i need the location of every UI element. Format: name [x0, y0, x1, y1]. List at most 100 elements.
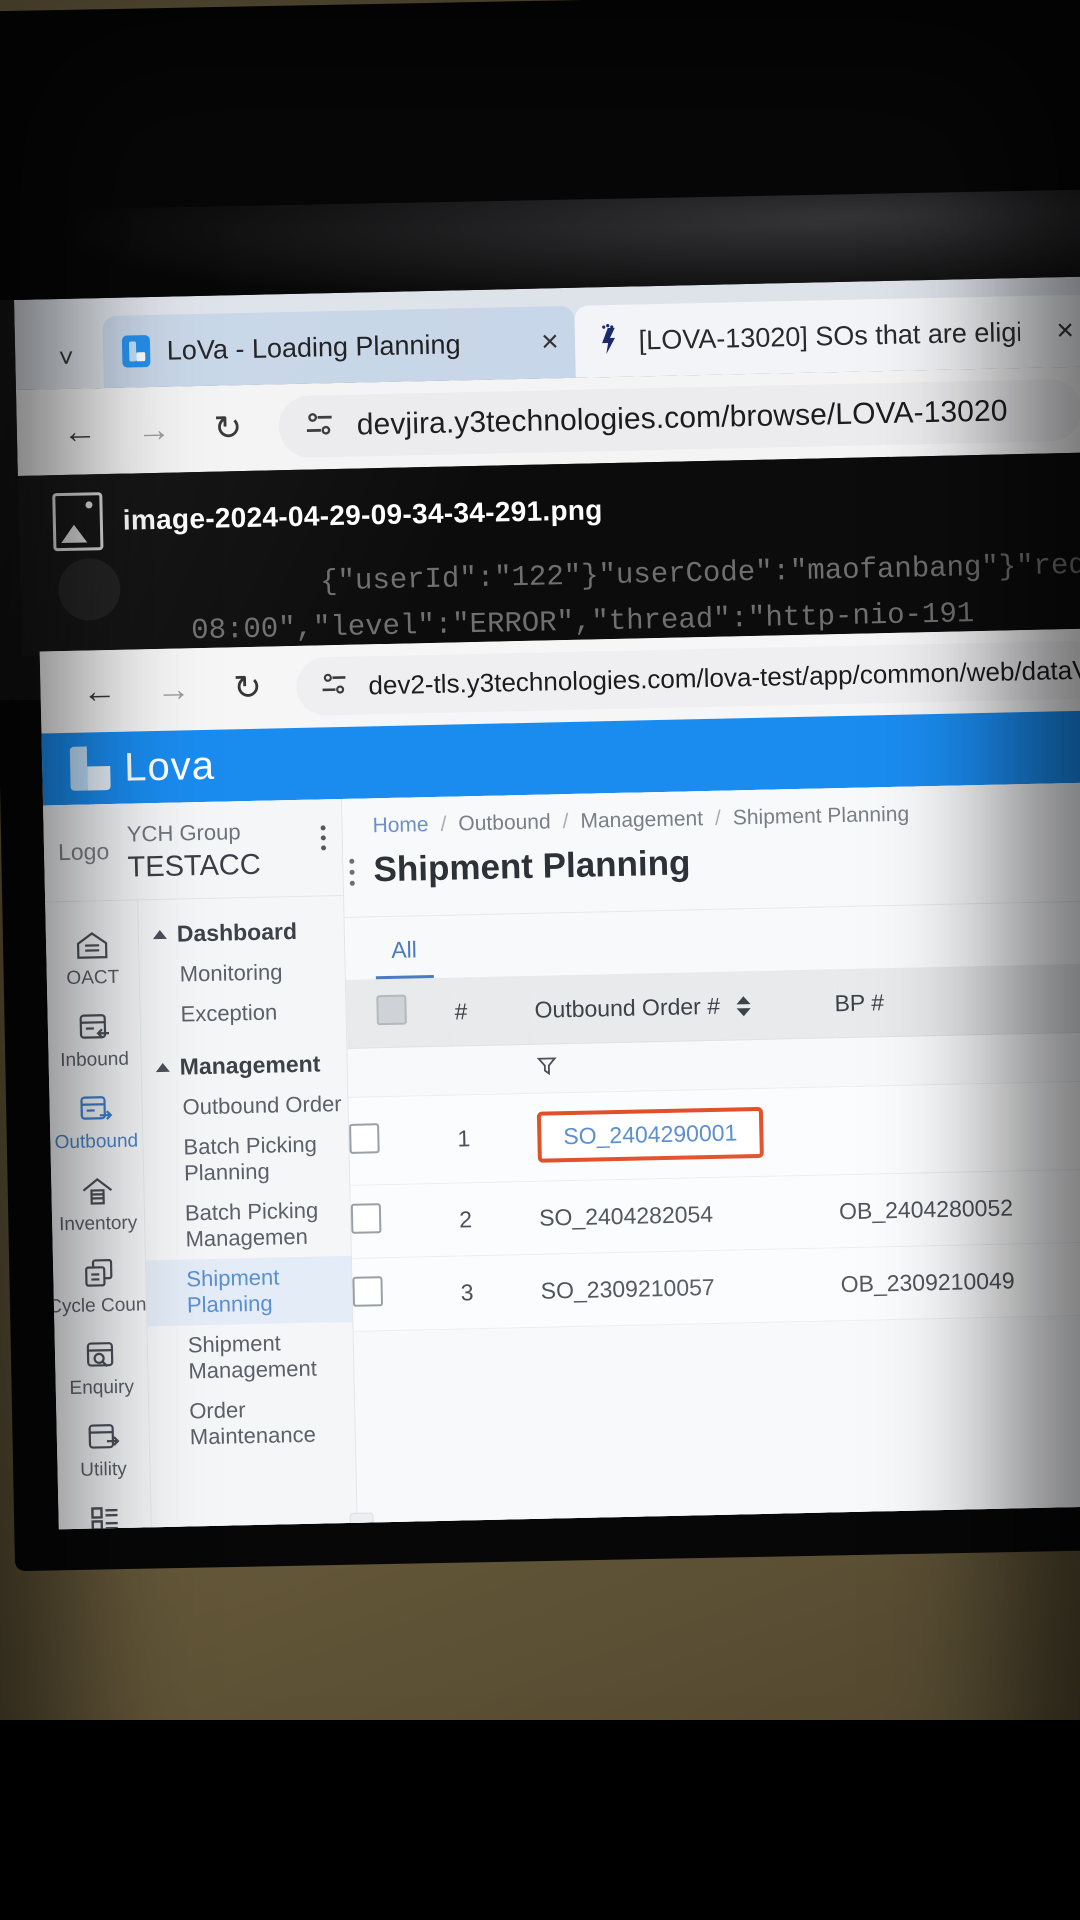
highlight-box: SO_2404290001	[536, 1106, 764, 1163]
rail-item-outbound[interactable]: Outbound	[49, 1080, 143, 1162]
reload-icon[interactable]: ↻	[210, 650, 286, 726]
rail-item-oact[interactable]: OACT	[45, 916, 139, 998]
column-bp[interactable]: BP #	[833, 963, 1080, 1038]
account-name: TESTACC	[127, 848, 262, 884]
close-icon[interactable]: ×	[1034, 314, 1074, 349]
arrow-left-icon[interactable]: ←	[42, 394, 118, 470]
menu-group-label: Dashboard	[176, 917, 298, 947]
sidebar: Logo YCH Group TESTACC OACT Inbound Outb…	[43, 798, 362, 1530]
checkbox-icon[interactable]	[349, 1122, 380, 1154]
reload-icon[interactable]: ↻	[190, 391, 266, 467]
rail-item-report[interactable]: Report	[58, 1490, 152, 1530]
caret-up-icon	[155, 1062, 170, 1073]
address-bar-input[interactable]: devjira.y3technologies.com/browse/LOVA-1…	[278, 378, 1080, 459]
rail-item-inbound[interactable]: Inbound	[47, 998, 141, 1080]
checkbox-header-icon[interactable]	[376, 994, 407, 1026]
rail-item-utility[interactable]: Utility	[56, 1408, 150, 1490]
screen-content: ˅ LoVa - Loading Planning × [LOVA-13020]…	[14, 276, 1080, 1530]
account-group: YCH Group	[126, 819, 241, 847]
address-bar-url: dev2-tls.y3technologies.com/lova-test/ap…	[368, 650, 1080, 700]
menu-item-shipment-planning[interactable]: Shipment Planning	[145, 1255, 353, 1327]
utility-icon	[81, 1418, 124, 1457]
attachment-filename: image-2024-04-29-09-34-34-291.png	[122, 494, 603, 536]
menu-item-shipment-management[interactable]: Shipment Management	[147, 1322, 353, 1392]
rail-item-label: Enquiry	[69, 1376, 135, 1400]
column-row-number[interactable]: #	[453, 975, 536, 1047]
row-bp[interactable]	[836, 1080, 1080, 1175]
filter-funnel-icon[interactable]	[536, 1054, 558, 1076]
checkbox-icon[interactable]	[350, 1203, 382, 1234]
outer-browser-window: ˅ LoVa - Loading Planning × [LOVA-13020]…	[14, 276, 1080, 476]
inventory-icon	[76, 1172, 119, 1211]
breadcrumb-item-outbound[interactable]: Outbound	[458, 810, 551, 836]
browser-tab-lova[interactable]: LoVa - Loading Planning ×	[102, 305, 576, 389]
row-bp[interactable]: OB_2404280052	[838, 1168, 1080, 1248]
rail-item-cycle-count[interactable]: Cycle Count	[48, 1244, 152, 1326]
checkbox-icon[interactable]	[352, 1276, 384, 1307]
menu-item-exception[interactable]: Exception	[140, 991, 346, 1035]
row-outbound-order[interactable]: SO_2404290001	[536, 1086, 839, 1182]
breadcrumb-item-shipment-planning[interactable]: Shipment Planning	[733, 803, 910, 831]
row-checkbox[interactable]	[350, 1183, 460, 1259]
oact-icon	[71, 926, 114, 965]
rail-item-label: Outbound	[54, 1130, 139, 1154]
image-file-icon	[52, 492, 104, 552]
row-bp[interactable]: OB_2309210049	[839, 1241, 1080, 1321]
account-logo-placeholder: Logo	[57, 838, 110, 866]
arrow-right-icon[interactable]: →	[116, 392, 192, 468]
more-vertical-icon[interactable]	[320, 825, 327, 851]
filter-cell-empty	[347, 1046, 457, 1098]
main-content: Home / Outbound / Management / Shipment …	[341, 782, 1080, 1530]
filter-cell-outbound-order[interactable]	[535, 1037, 837, 1094]
row-checkbox[interactable]	[351, 1255, 462, 1332]
column-outbound-order[interactable]: Outbound Order #	[533, 969, 836, 1045]
sort-arrows-icon[interactable]	[736, 996, 751, 1017]
tab-all[interactable]: All	[374, 916, 434, 980]
report-icon	[83, 1500, 126, 1530]
browser-tab-title: LoVa - Loading Planning	[166, 328, 461, 366]
site-settings-icon[interactable]	[304, 411, 335, 443]
row-outbound-order[interactable]: SO_2309210057	[539, 1247, 842, 1328]
column-outbound-order-label: Outbound Order #	[534, 992, 721, 1023]
menu-item-outbound-order[interactable]: Outbound Order	[142, 1084, 348, 1128]
row-checkbox[interactable]	[348, 1095, 459, 1186]
menu-item-order-maintenance[interactable]: Order Maintenance	[149, 1388, 355, 1458]
filter-cell-bp	[835, 1031, 1080, 1087]
column-select-all[interactable]	[345, 977, 456, 1049]
account-block[interactable]: Logo YCH Group TESTACC	[43, 798, 344, 903]
row-outbound-order[interactable]: SO_2404282054	[538, 1174, 840, 1255]
address-bar-url: devjira.y3technologies.com/browse/LOVA-1…	[356, 394, 1008, 442]
caret-up-icon	[152, 929, 167, 940]
browser-tab-title: [LOVA-13020] SOs that are eligi	[638, 316, 1021, 355]
rail-item-enquiry[interactable]: Enquiry	[54, 1326, 148, 1408]
row-number: 3	[459, 1254, 542, 1329]
table-row[interactable]: 3 SO_2309210057 OB_2309210049	[351, 1241, 1080, 1332]
outbound-order-link[interactable]: SO_2404290001	[563, 1119, 737, 1149]
arrow-left-icon[interactable]: ←	[62, 653, 138, 729]
menu-group-dashboard[interactable]: Dashboard	[138, 910, 344, 955]
menu-item-batch-picking-planning[interactable]: Batch Picking Planning	[143, 1124, 349, 1194]
table-row[interactable]: 1 SO_2404290001	[348, 1080, 1080, 1186]
browser-tab-jira[interactable]: [LOVA-13020] SOs that are eligi ×	[573, 294, 1080, 378]
site-settings-icon[interactable]	[320, 671, 349, 701]
inner-browser-window: ← → ↻ dev2-tls.y3technologies.com/lova-t…	[39, 628, 1080, 1530]
breadcrumb-separator: /	[440, 812, 447, 836]
shipment-planning-table: # Outbound Order # BP # 1 SO_2404290001 …	[345, 963, 1080, 1332]
rail-item-inventory[interactable]: Inventory	[51, 1162, 145, 1244]
rail-item-label: Inbound	[60, 1048, 130, 1072]
rail-item-label: Cycle Count	[47, 1294, 152, 1318]
jira-attachment-page: image-2024-04-29-09-34-34-291.png {"user…	[17, 452, 1080, 656]
arrow-right-icon[interactable]: →	[136, 652, 212, 728]
menu-item-monitoring[interactable]: Monitoring	[139, 951, 345, 995]
breadcrumb-item-home[interactable]: Home	[372, 813, 429, 838]
menu-group-management[interactable]: Management	[141, 1043, 347, 1088]
tab-list-chevron-icon[interactable]: ˅	[28, 326, 104, 390]
more-vertical-icon[interactable]	[349, 858, 355, 886]
lova-favicon	[118, 332, 153, 371]
filter-cell-number	[455, 1044, 537, 1096]
breadcrumb-item-management[interactable]: Management	[580, 807, 703, 834]
menu-item-batch-picking-management[interactable]: Batch Picking Managemen	[145, 1190, 351, 1260]
address-bar-input[interactable]: dev2-tls.y3technologies.com/lova-test/ap…	[295, 640, 1080, 716]
rail-item-label: OACT	[66, 966, 120, 990]
close-icon[interactable]: ×	[519, 325, 559, 360]
